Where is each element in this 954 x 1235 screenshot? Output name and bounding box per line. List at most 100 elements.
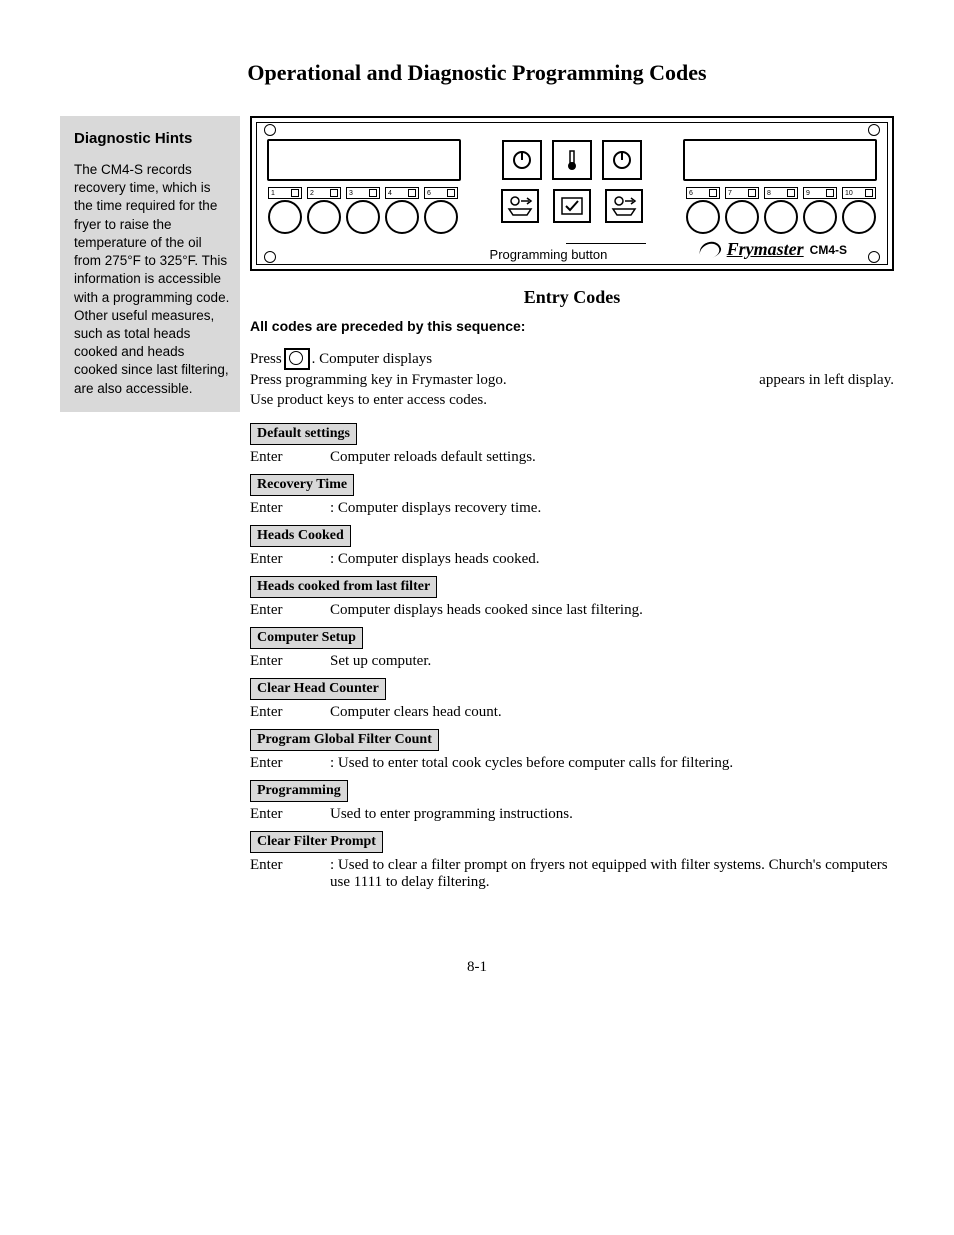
power-button-icon [284,348,310,370]
code-desc: Computer reloads default settings. [330,449,536,466]
content-row: Diagnostic Hints The CM4-S records recov… [60,116,894,899]
circle-button-icon [686,200,720,234]
code-section: Heads cooked from last filter Enter Compu… [250,576,894,625]
brand-logo: Frymaster [727,239,804,260]
enter-label: Enter [250,857,290,891]
left-button-group: 1 2 3 4 6 [267,187,459,234]
code-section: Clear Head Counter EnterComputer clears … [250,678,894,727]
square-icon [748,189,756,197]
circle-button-icon [268,200,302,234]
code-heading: Heads cooked from last filter [250,576,437,598]
btn-num: 1 [271,190,275,197]
enter-label: Enter [250,449,290,466]
logo-row: Frymaster CM4-S [699,239,847,260]
circle-button-icon [307,200,341,234]
swoosh-icon [697,238,723,261]
code-desc: Set up computer. [330,653,431,670]
display-row [267,139,877,181]
thermometer-icon [552,140,592,180]
product-button: 6 [685,187,721,234]
intro-line3: Use product keys to enter access codes. [250,390,894,410]
product-button: 7 [724,187,760,234]
code-desc: Computer clears head count. [330,704,502,721]
square-icon [865,189,873,197]
code-desc: Computer displays heads cooked since las… [330,602,643,619]
code-section: Recovery Time Enter : Computer displays r… [250,474,894,523]
square-icon [291,189,299,197]
btn-num: 10 [845,190,853,197]
code-desc: : Computer displays heads cooked. [330,551,540,568]
button-row: 1 2 3 4 6 [267,187,877,234]
intro-line2: Press programming key in Frymaster logo.… [250,370,894,390]
code-desc: Used to enter programming instructions. [330,806,573,823]
product-button: 8 [763,187,799,234]
code-heading: Clear Filter Prompt [250,831,383,853]
enter-label: Enter [250,500,290,517]
code-section: Program Global Filter Count Enter : Used … [250,729,894,778]
btn-num: 6 [689,190,693,197]
intro-text: Press programming key in Frymaster logo. [250,370,507,390]
code-heading: Heads Cooked [250,525,351,547]
sidebar-body: The CM4-S records recovery time, which i… [74,161,230,398]
code-desc: : Used to clear a filter prompt on fryer… [330,857,894,891]
mid-icons [502,140,642,180]
control-panel-illustration: 1 2 3 4 6 [250,116,894,271]
enter-label: Enter [250,602,290,619]
panel-inner: 1 2 3 4 6 [256,122,888,265]
intro-text: . Computer displays [312,349,432,369]
circle-button-icon [725,200,759,234]
code-section: Clear Filter Prompt Enter : Used to clear… [250,831,894,897]
enter-label: Enter [250,806,290,823]
btn-num: 4 [388,190,392,197]
square-icon [447,189,455,197]
code-heading: Computer Setup [250,627,363,649]
product-button: 9 [802,187,838,234]
btn-num: 3 [349,190,353,197]
code-desc: : Computer displays recovery time. [330,500,541,517]
product-button: 4 [384,187,420,234]
callout-line [566,243,646,244]
right-button-group: 6 7 8 9 10 [685,187,877,234]
main: 1 2 3 4 6 [240,116,894,899]
product-button: 1 [267,187,303,234]
enter-label: Enter [250,653,290,670]
page-title: Operational and Diagnostic Programming C… [60,60,894,86]
square-icon [330,189,338,197]
left-display [267,139,461,181]
square-icon [408,189,416,197]
model-label: CM4-S [810,243,847,257]
intro-text: Press [250,349,282,369]
circle-button-icon [842,200,876,234]
power-icon [602,140,642,180]
page-number: 8-1 [60,959,894,976]
enter-label: Enter [250,755,290,772]
product-button: 3 [345,187,381,234]
btn-num: 2 [310,190,314,197]
product-button: 2 [306,187,342,234]
circle-button-icon [764,200,798,234]
programming-button-label: Programming button [490,248,608,262]
code-section: Default settings Enter Computer reloads d… [250,423,894,472]
square-icon [826,189,834,197]
code-heading: Programming [250,780,348,802]
code-section: Heads Cooked Enter : Computer displays he… [250,525,894,574]
clock-basket-icon [501,189,539,223]
square-icon [369,189,377,197]
code-section: Programming Enter Used to enter programmi… [250,780,894,829]
sidebar-heading: Diagnostic Hints [74,130,230,147]
sidebar: Diagnostic Hints The CM4-S records recov… [60,116,240,412]
btn-num: 6 [427,190,431,197]
circle-button-icon [424,200,458,234]
btn-num: 7 [728,190,732,197]
code-heading: Default settings [250,423,357,445]
btn-num: 8 [767,190,771,197]
right-display [683,139,877,181]
code-desc: : Used to enter total cook cycles before… [330,755,733,772]
btn-num: 9 [806,190,810,197]
circle-button-icon [385,200,419,234]
intro-block: Press . Computer displays Press programm… [250,348,894,411]
code-heading: Recovery Time [250,474,354,496]
circle-button-icon [803,200,837,234]
code-heading: Program Global Filter Count [250,729,439,751]
enter-label: Enter [250,551,290,568]
